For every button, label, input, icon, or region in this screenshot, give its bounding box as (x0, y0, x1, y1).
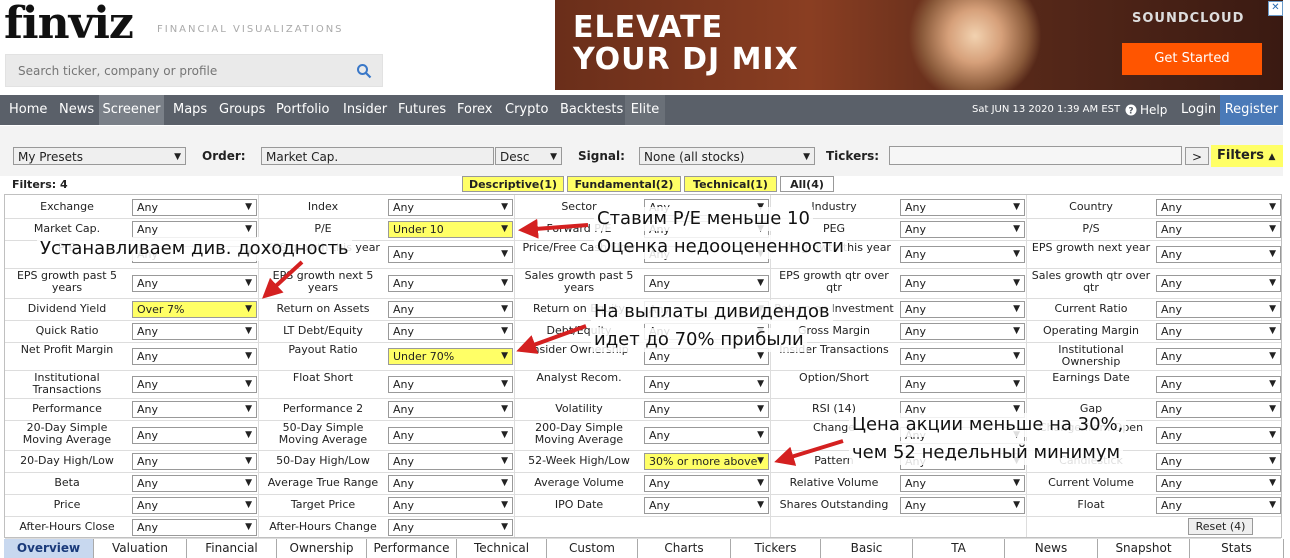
annotation-arrows (262, 218, 844, 466)
arrow-dividend (262, 260, 304, 299)
arrow-payout (516, 324, 587, 354)
arrow-52w (774, 439, 844, 466)
arrow-pe (518, 218, 589, 239)
